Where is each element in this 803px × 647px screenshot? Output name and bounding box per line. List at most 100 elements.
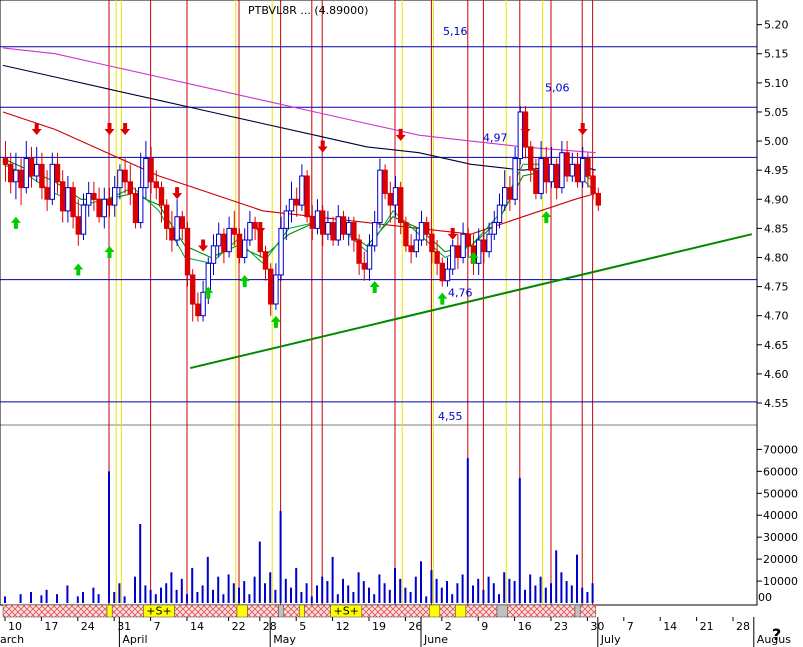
candle-body bbox=[122, 169, 128, 183]
candle-body bbox=[559, 152, 565, 189]
candle-body bbox=[418, 222, 425, 241]
candle-body bbox=[210, 245, 217, 264]
candle-body bbox=[450, 245, 456, 270]
candle-body bbox=[517, 111, 523, 160]
candle-body bbox=[554, 163, 560, 189]
candle-body bbox=[138, 187, 144, 224]
candle-body bbox=[169, 227, 175, 241]
candle-body bbox=[184, 227, 191, 276]
candle-body bbox=[60, 181, 66, 212]
candle-body bbox=[231, 227, 238, 235]
candle-body bbox=[309, 216, 316, 229]
candle-body bbox=[476, 239, 482, 264]
candle-body bbox=[548, 163, 555, 183]
candle-body bbox=[70, 187, 76, 218]
candle-body bbox=[96, 198, 102, 218]
volume-tick-label: 00 bbox=[758, 591, 772, 604]
candle-body bbox=[49, 163, 55, 200]
volume-tick-label: 70000 bbox=[763, 443, 798, 456]
candle-body bbox=[372, 222, 378, 247]
candle-body bbox=[117, 169, 123, 189]
x-tick-label: 7 bbox=[627, 620, 634, 633]
candle-body bbox=[387, 192, 394, 206]
x-tick-label: 21 bbox=[700, 620, 714, 633]
signal-strip-label: +S+ bbox=[333, 605, 358, 618]
x-tick-label: 17 bbox=[44, 620, 58, 633]
candle-body bbox=[361, 262, 368, 270]
x-tick-label: 2 bbox=[445, 620, 452, 633]
volume-tick-label: 50000 bbox=[763, 487, 798, 500]
candle-body bbox=[465, 233, 472, 247]
candle-body bbox=[216, 233, 222, 247]
candle-body bbox=[242, 239, 248, 258]
candle-body bbox=[65, 187, 71, 212]
candle-body bbox=[158, 187, 165, 206]
candle-body bbox=[153, 181, 160, 189]
candle-body bbox=[127, 181, 134, 194]
signal-strip-segment bbox=[304, 604, 331, 618]
x-tick-label: 16 bbox=[518, 620, 532, 633]
y-tick-label: 4.55 bbox=[764, 397, 789, 410]
candle-body bbox=[91, 192, 97, 200]
signal-strip-label: +S+ bbox=[146, 605, 171, 618]
candle-body bbox=[190, 274, 196, 305]
volume-tick-label: 30000 bbox=[763, 531, 798, 544]
candle-body bbox=[346, 222, 352, 235]
candle-body bbox=[294, 198, 300, 206]
candle-body bbox=[28, 158, 35, 177]
candle-body bbox=[13, 169, 19, 183]
candle-body bbox=[538, 158, 544, 194]
signal-strip-segment bbox=[174, 604, 238, 618]
signal-strip-segment bbox=[465, 604, 498, 618]
signal-strip-segment bbox=[111, 604, 144, 618]
candle-body bbox=[226, 227, 232, 253]
candle-body bbox=[366, 245, 373, 270]
candle-body bbox=[398, 187, 404, 224]
candle-body bbox=[413, 239, 420, 253]
candle-body bbox=[314, 210, 321, 229]
candle-body bbox=[528, 146, 534, 171]
candle-body bbox=[80, 204, 87, 235]
y-tick-label: 4.75 bbox=[764, 281, 789, 294]
x-tick-label: 23 bbox=[554, 620, 568, 633]
candle-body bbox=[330, 222, 336, 241]
x-tick-label: 14 bbox=[190, 620, 204, 633]
y-tick-label: 4.80 bbox=[764, 251, 789, 264]
candle-body bbox=[18, 169, 24, 189]
candle-body bbox=[580, 158, 586, 183]
y-tick-label: 5.15 bbox=[764, 48, 789, 61]
y-tick-label: 4.85 bbox=[764, 222, 789, 235]
candle-body bbox=[23, 158, 30, 189]
signal-strip-segment bbox=[496, 604, 508, 618]
x-tick-label: 26 bbox=[408, 620, 422, 633]
candle-body bbox=[455, 245, 461, 258]
month-label: June bbox=[423, 633, 448, 646]
candle-body bbox=[382, 169, 388, 194]
candle-body bbox=[112, 187, 118, 206]
signal-strip-segment bbox=[439, 604, 456, 618]
signal-strip-segment bbox=[507, 604, 576, 618]
signal-strip-segment bbox=[247, 604, 279, 618]
help-icon[interactable]: ? bbox=[772, 625, 781, 644]
candle-body bbox=[444, 268, 451, 282]
price-level-label: 4,55 bbox=[438, 410, 463, 423]
candle-body bbox=[590, 175, 596, 194]
candle-body bbox=[34, 163, 40, 177]
chart-title: PTBVL8R ... (4.89000) bbox=[248, 4, 368, 17]
candle-body bbox=[278, 227, 284, 276]
y-tick-label: 5.00 bbox=[764, 135, 789, 148]
candle-body bbox=[143, 158, 149, 189]
signal-strip-segment bbox=[455, 604, 467, 618]
signal-strip-segment bbox=[106, 604, 113, 618]
candle-body bbox=[101, 198, 107, 218]
volume-tick-label: 20000 bbox=[763, 553, 798, 566]
candle-body bbox=[512, 158, 518, 200]
signal-strip-segment bbox=[236, 604, 248, 618]
candle-body bbox=[429, 233, 435, 253]
candle-body bbox=[491, 222, 498, 235]
y-tick-label: 4.95 bbox=[764, 164, 789, 177]
x-tick-label: 9 bbox=[481, 620, 488, 633]
candle-body bbox=[262, 251, 269, 270]
signal-strip-segment bbox=[278, 604, 285, 618]
volume-tick-label: 10000 bbox=[763, 575, 798, 588]
